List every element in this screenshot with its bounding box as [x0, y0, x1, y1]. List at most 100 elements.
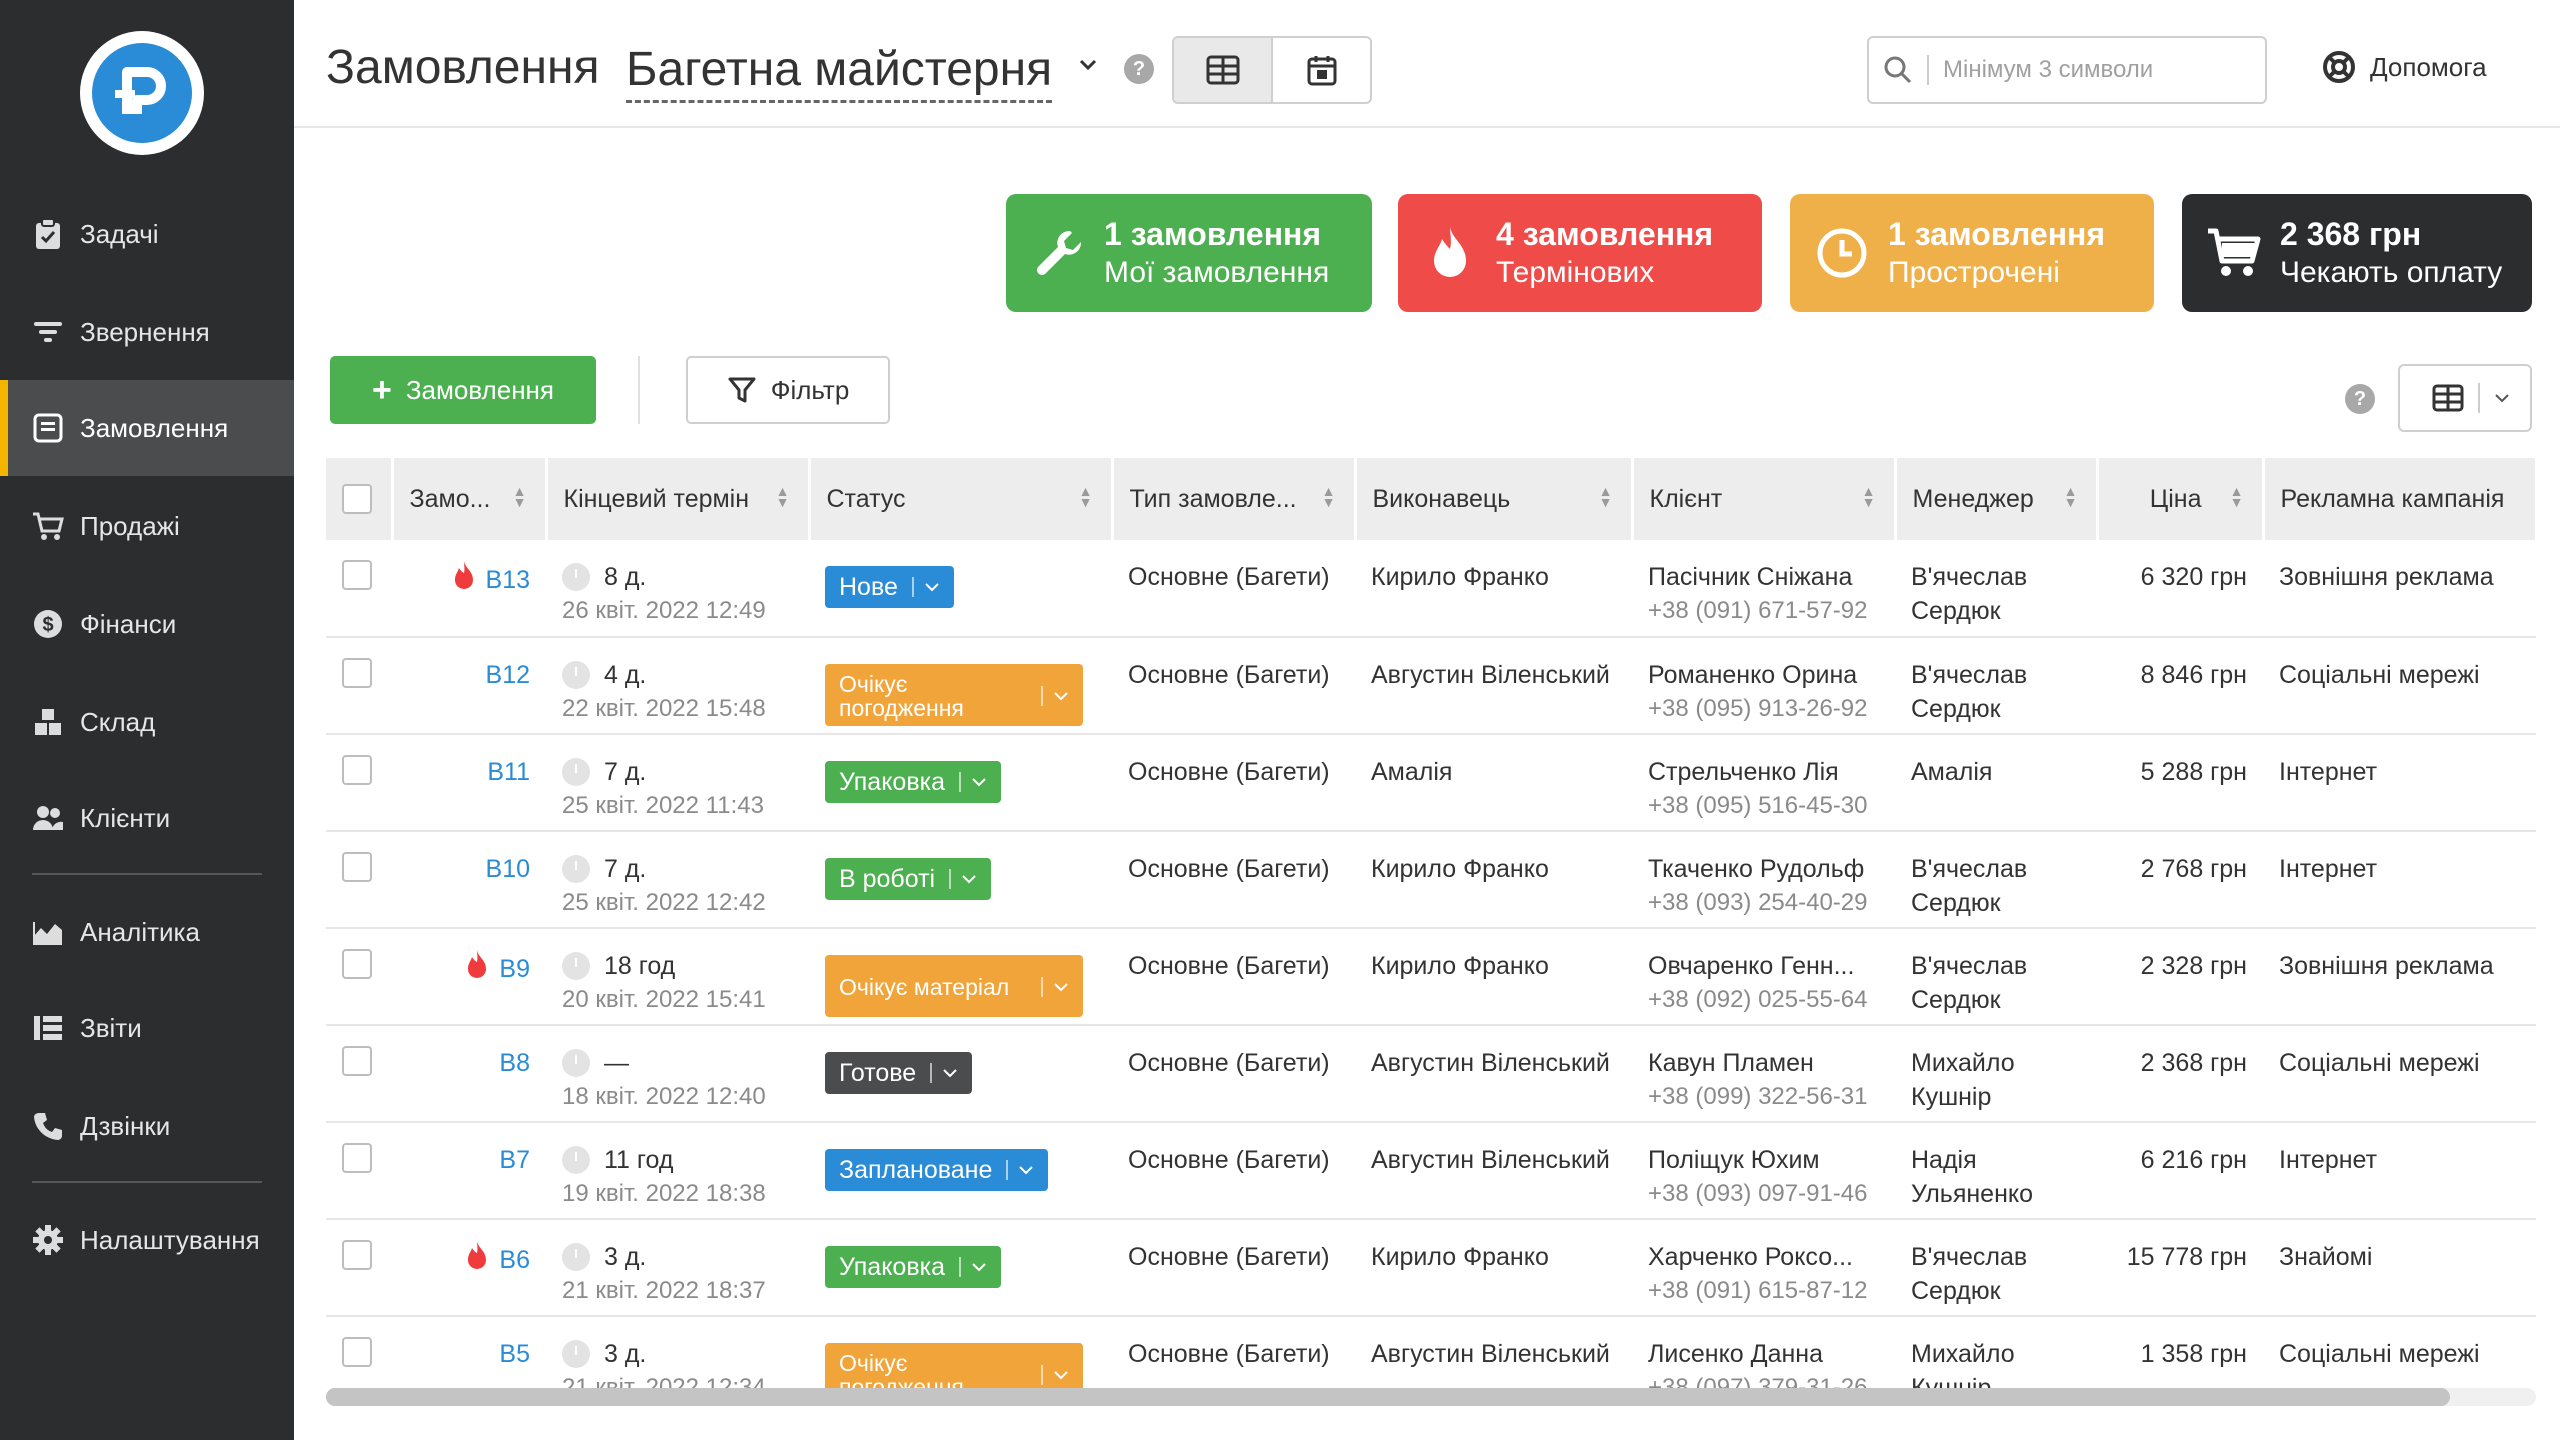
column-header-status[interactable]: Статус ▲ ▼ [809, 458, 1114, 540]
row-checkbox[interactable] [342, 1143, 372, 1173]
calendar-view-button[interactable] [1273, 38, 1370, 102]
status-dropdown[interactable]: Упаковка [825, 761, 1001, 803]
search-input[interactable] [1943, 56, 2243, 84]
logo-p-icon [115, 67, 166, 114]
urgent-orders-card[interactable]: 4 замовлення Термінових [1398, 194, 1762, 312]
column-settings-button[interactable] [2398, 364, 2532, 432]
overdue-orders-card[interactable]: 1 замовлення Прострочені [1790, 194, 2154, 312]
campaign-cell: Знайомі [2263, 1219, 2536, 1317]
awaiting-payment-card[interactable]: 2 368 грн Чекають оплату [2182, 194, 2532, 312]
client-cell: Овчаренко Генн... +38 (092) 025-55-64 [1632, 928, 1895, 1026]
sidebar-item-8[interactable]: Звіти [0, 980, 294, 1076]
client-name[interactable]: Ткаченко Рудольф [1648, 852, 1879, 886]
row-checkbox[interactable] [342, 1046, 372, 1076]
client-phone[interactable]: +38 (093) 097-91-46 [1648, 1177, 1879, 1211]
table-row[interactable]: B5 3 д. 21 квіт. 2022 12:34 Очікує погоджен… [326, 1316, 2536, 1388]
sidebar-item-10[interactable]: Налаштування [0, 1192, 294, 1288]
order-number-link[interactable]: B12 [486, 661, 530, 689]
status-dropdown[interactable]: Очікує погодження [825, 1343, 1083, 1388]
sidebar-item-4[interactable]: $ Фінанси [0, 576, 294, 672]
sidebar-item-label: Дзвінки [80, 1110, 171, 1141]
order-number-link[interactable]: B8 [499, 1049, 530, 1077]
client-phone[interactable]: +38 (091) 615-87-12 [1648, 1274, 1879, 1308]
column-header-manager[interactable]: Менеджер ▲ ▼ [1895, 458, 2099, 540]
table-row[interactable]: B11 7 д. 25 квіт. 2022 11:43 Упаковка Основн… [326, 734, 2536, 832]
client-name[interactable]: Овчаренко Генн... [1648, 949, 1879, 983]
row-checkbox[interactable] [342, 755, 372, 785]
status-dropdown[interactable]: В роботі [825, 858, 992, 900]
sidebar-item-3[interactable]: Продажі [0, 478, 294, 574]
order-number-link[interactable]: B11 [487, 758, 530, 786]
order-number-link[interactable]: B10 [486, 855, 530, 883]
sidebar-item-2[interactable]: Замовлення [0, 380, 294, 476]
help-icon[interactable]: ? [1124, 54, 1154, 84]
scrollbar-thumb[interactable] [326, 1388, 2450, 1406]
sidebar-item-9[interactable]: Дзвінки [0, 1078, 294, 1174]
client-phone[interactable]: +38 (099) 322-56-31 [1648, 1080, 1879, 1114]
app-logo[interactable] [80, 31, 204, 155]
client-phone[interactable]: +38 (095) 913-26-92 [1648, 692, 1879, 726]
column-header-type[interactable]: Тип замовле... ▲ ▼ [1112, 458, 1357, 540]
column-header-deadline[interactable]: Кінцевий термін ▲ ▼ [546, 458, 811, 540]
status-dropdown[interactable]: Очікує погодження [825, 664, 1083, 726]
client-phone[interactable]: +38 (095) 516-45-30 [1648, 789, 1879, 823]
client-name[interactable]: Пасічник Сніжана [1648, 560, 1879, 594]
table-view-button[interactable] [1174, 38, 1273, 102]
table-row[interactable]: B8 — 18 квіт. 2022 12:40 Готове Основне (Баг… [326, 1025, 2536, 1123]
client-phone[interactable]: +38 (093) 254-40-29 [1648, 886, 1879, 920]
order-number-link[interactable]: B7 [499, 1146, 530, 1174]
chevron-down-icon[interactable] [1078, 58, 1098, 72]
sidebar-item-0[interactable]: Задачі [0, 186, 294, 282]
column-header-number[interactable]: Замо... ▲ ▼ [392, 458, 548, 540]
column-header-executor[interactable]: Виконавець ▲ ▼ [1355, 458, 1634, 540]
row-checkbox[interactable] [342, 658, 372, 688]
table-row[interactable]: B7 11 год 19 квіт. 2022 18:38 Заплановане Ос… [326, 1122, 2536, 1220]
client-phone[interactable]: +38 (097) 379-31-26 [1648, 1371, 1879, 1388]
horizontal-scrollbar[interactable] [326, 1388, 2536, 1406]
table-row[interactable]: B6 3 д. 21 квіт. 2022 18:37 Упаковка Основне… [326, 1219, 2536, 1317]
sidebar-item-6[interactable]: Клієнти [0, 770, 294, 866]
status-dropdown[interactable]: Нове [825, 566, 954, 608]
row-checkbox[interactable] [342, 1337, 372, 1367]
client-cell: Поліщук Юхим +38 (093) 097-91-46 [1632, 1122, 1895, 1220]
client-name[interactable]: Лисенко Данна [1648, 1337, 1879, 1371]
table-row[interactable]: B12 4 д. 22 квіт. 2022 15:48 Очікує погодже… [326, 637, 2536, 735]
order-number-link[interactable]: B6 [499, 1246, 530, 1274]
filter-button[interactable]: Фільтр [686, 356, 890, 424]
client-name[interactable]: Стрельченко Лія [1648, 755, 1879, 789]
order-number-link[interactable]: B5 [499, 1340, 530, 1368]
client-phone[interactable]: +38 (092) 025-55-64 [1648, 983, 1879, 1017]
row-checkbox[interactable] [342, 949, 372, 979]
column-header-price[interactable]: Ціна ▲ ▼ [2097, 458, 2265, 540]
add-order-button[interactable]: + Замовлення [330, 356, 596, 424]
table-help-icon[interactable]: ? [2345, 384, 2375, 414]
client-name[interactable]: Поліщук Юхим [1648, 1143, 1879, 1177]
my-orders-card[interactable]: 1 замовлення Мої замовлення [1006, 194, 1372, 312]
client-name[interactable]: Романенко Орина [1648, 658, 1879, 692]
sidebar-item-5[interactable]: Склад [0, 674, 294, 770]
row-checkbox[interactable] [342, 852, 372, 882]
column-header-client[interactable]: Клієнт ▲ ▼ [1632, 458, 1897, 540]
client-name[interactable]: Харченко Роксо... [1648, 1240, 1879, 1274]
sidebar-item-1[interactable]: Звернення [0, 284, 294, 380]
row-checkbox[interactable] [342, 1240, 372, 1270]
row-checkbox[interactable] [342, 560, 372, 590]
table-row[interactable]: B13 8 д. 26 квіт. 2022 12:49 Нове Основне (Б… [326, 540, 2536, 638]
help-link[interactable]: Допомога [2322, 50, 2487, 84]
workspace-selector[interactable]: Багетна майстерня [626, 40, 1053, 103]
status-dropdown[interactable]: Заплановане [825, 1149, 1049, 1191]
column-header-campaign[interactable]: Рекламна кампанія [2263, 458, 2536, 540]
status-dropdown[interactable]: Очікує матеріал [825, 955, 1083, 1017]
sort-icon: ▲ ▼ [1861, 483, 1876, 510]
table-row[interactable]: B10 7 д. 25 квіт. 2022 12:42 В роботі Основн… [326, 831, 2536, 929]
client-name[interactable]: Кавун Пламен [1648, 1046, 1879, 1080]
deadline-remaining: 8 д. [604, 563, 647, 591]
client-phone[interactable]: +38 (091) 671-57-92 [1648, 594, 1879, 628]
order-number-link[interactable]: B13 [486, 566, 530, 594]
status-dropdown[interactable]: Готове [825, 1052, 973, 1094]
order-number-link[interactable]: B9 [499, 955, 530, 983]
sidebar-item-7[interactable]: Аналітика [0, 884, 294, 980]
select-all-checkbox[interactable] [342, 484, 372, 514]
table-row[interactable]: B9 18 год 20 квіт. 2022 15:41 Очікує матері… [326, 928, 2536, 1026]
status-dropdown[interactable]: Упаковка [825, 1246, 1001, 1288]
